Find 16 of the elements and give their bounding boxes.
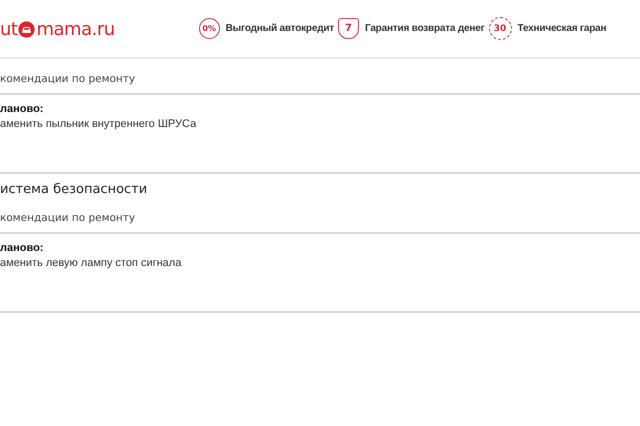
badge-label: Выгодный автокредит — [226, 23, 334, 34]
badge-icon: 7 — [338, 18, 359, 39]
section-subtitle: комендации по ремонту — [0, 73, 136, 85]
badge-label: Техническая гаран — [518, 23, 606, 34]
section-subtitle: комендации по ремонту — [0, 212, 136, 224]
item-text: аменить пыльник внутреннего ШРУСа — [0, 117, 198, 132]
badge-label: Гарантия возврата денег — [364, 23, 485, 34]
logo-text: ut — [0, 19, 18, 40]
logo-text: mama.ru — [36, 19, 115, 40]
item-heading: ланово: — [0, 102, 44, 117]
badge-icon: 0% — [198, 18, 220, 39]
section-title: истема безопасности — [0, 181, 148, 199]
car-icon — [18, 21, 36, 38]
item-heading: ланово: — [0, 241, 44, 256]
badge-icon: 30 — [488, 17, 512, 40]
item-text: аменить левую лампу стоп сигнала — [0, 256, 182, 271]
